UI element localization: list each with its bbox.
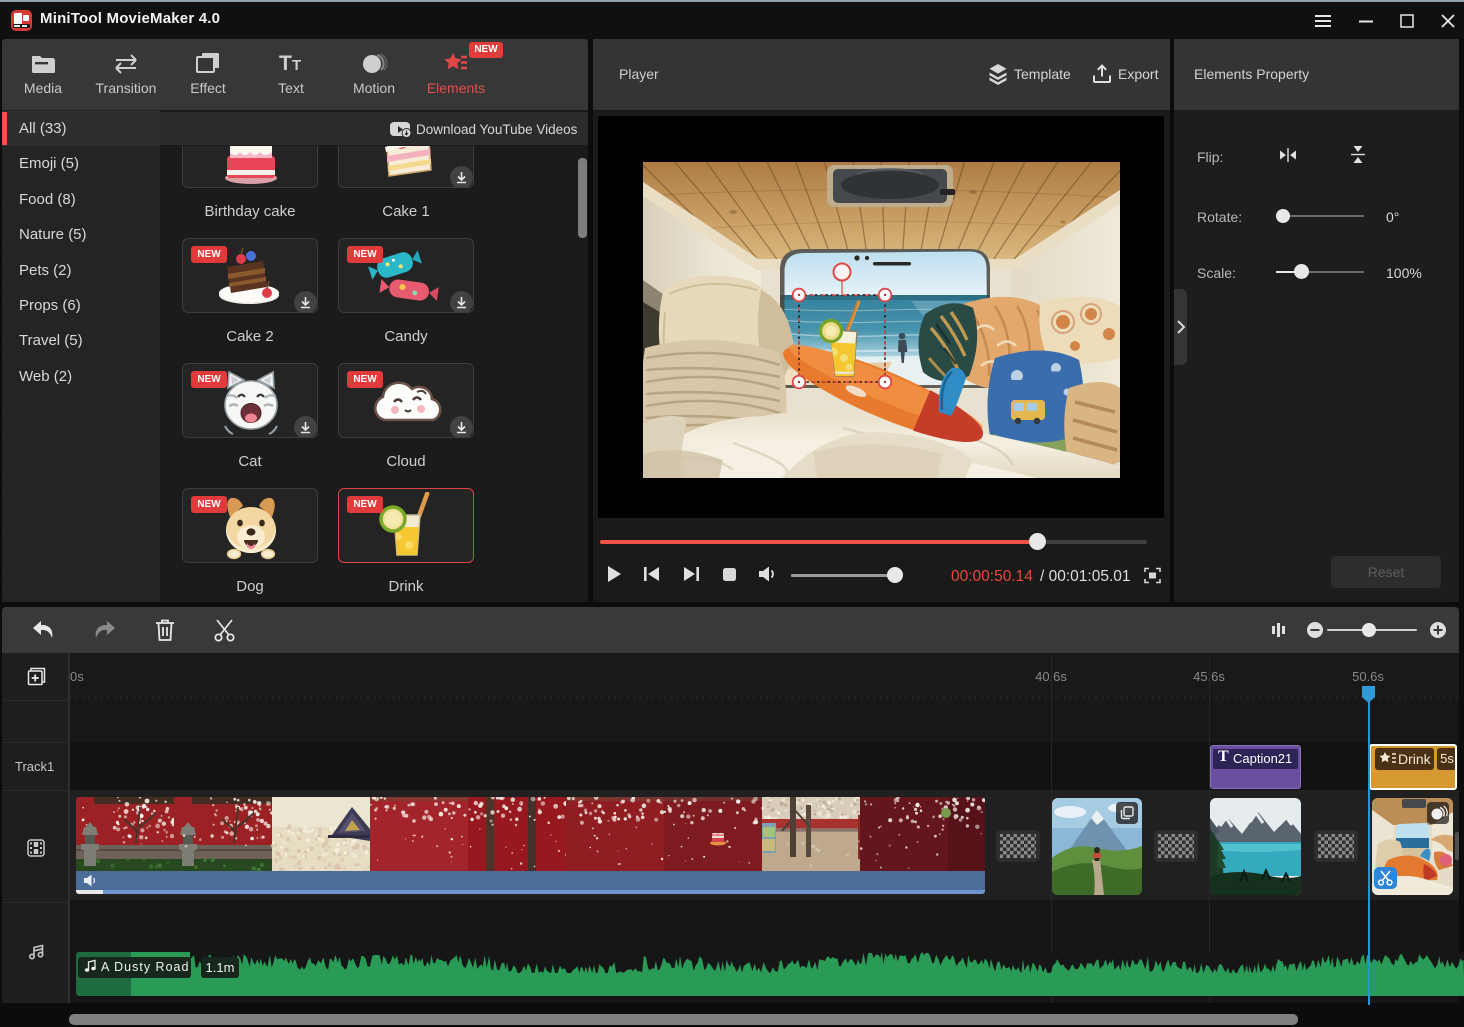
- svg-text:T: T: [292, 57, 301, 74]
- svg-text:T: T: [279, 52, 292, 75]
